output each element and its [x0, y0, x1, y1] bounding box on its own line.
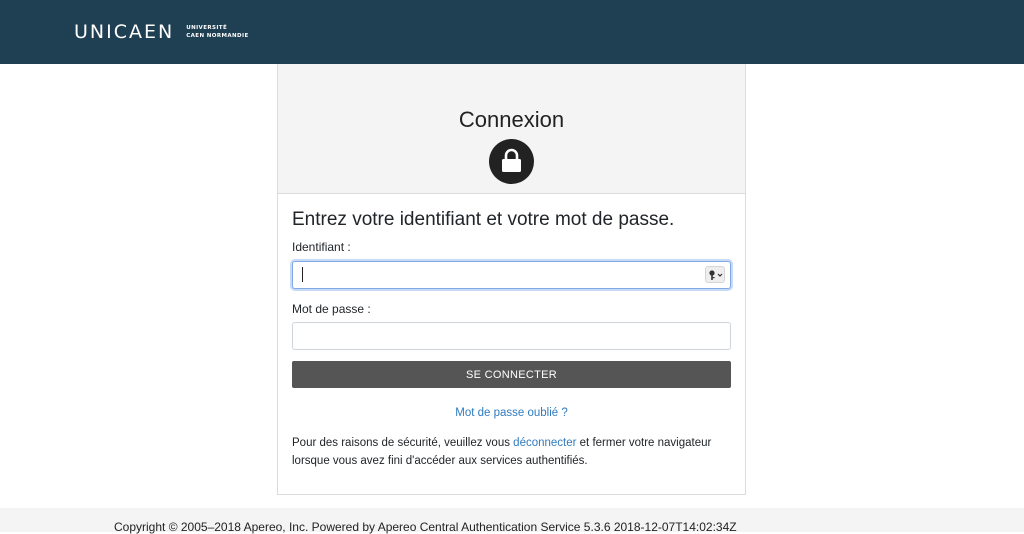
security-notice-prefix: Pour des raisons de sécurité, veuillez v… [292, 437, 514, 449]
login-card-header: Connexion [278, 64, 745, 194]
text-caret [302, 267, 303, 282]
logo-text: UNIVERSITÉ CAEN NORMANDIE [186, 24, 248, 40]
logo-line-1: UNIVERSITÉ [186, 25, 228, 31]
unicaen-logo[interactable]: UNICAEN UNIVERSITÉ CAEN NORMANDIE [74, 17, 249, 47]
logo-line-2: CAEN NORMANDIE [186, 33, 249, 39]
username-input[interactable] [292, 261, 731, 289]
password-input[interactable] [292, 322, 731, 350]
login-instructions: Entrez votre identifiant et votre mot de… [292, 209, 675, 230]
logout-link[interactable]: déconnecter [513, 437, 576, 449]
login-submit-button[interactable]: SE CONNECTER [292, 361, 731, 388]
logo-mark: UNICAEN [74, 21, 175, 43]
lock-icon [489, 139, 534, 184]
password-label: Mot de passe : [292, 302, 371, 316]
site-header: UNICAEN UNIVERSITÉ CAEN NORMANDIE [0, 0, 1024, 64]
security-notice: Pour des raisons de sécurité, veuillez v… [292, 434, 737, 470]
forgot-password-link[interactable]: Mot de passe oublié ? [278, 407, 745, 419]
password-manager-key-icon[interactable] [705, 266, 725, 283]
site-footer: Copyright © 2005–2018 Apereo, Inc. Power… [0, 508, 1024, 534]
login-card: Connexion Entrez votre identifiant et vo… [277, 64, 746, 495]
login-title: Connexion [458, 107, 565, 132]
username-label: Identifiant : [292, 240, 351, 254]
